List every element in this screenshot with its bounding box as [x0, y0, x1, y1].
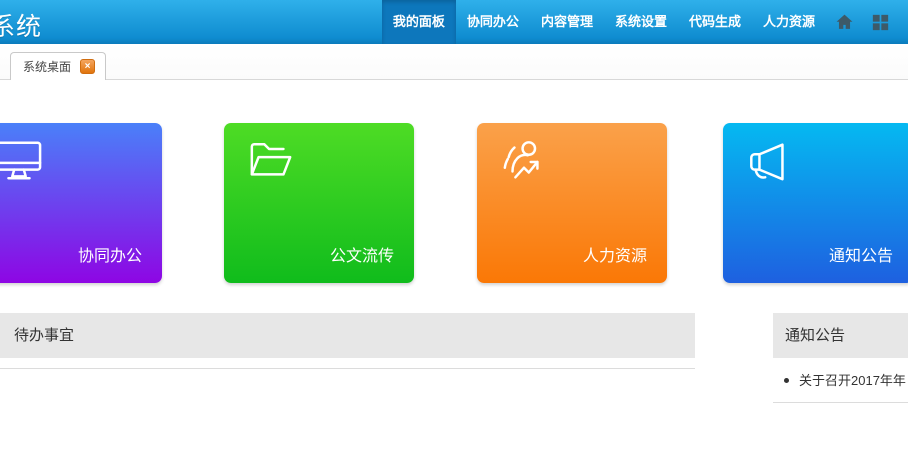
tab-system-desktop[interactable]: 系统桌面 ×	[10, 52, 106, 80]
nav-item-human-resources[interactable]: 人力资源	[752, 0, 826, 44]
tile-label: 协同办公	[78, 242, 142, 266]
tile-label: 人力资源	[583, 242, 647, 266]
notice-item-text: 关于召开2017年年	[799, 373, 906, 388]
notice-panel-title: 通知公告	[773, 313, 908, 358]
bullet-icon	[784, 378, 789, 383]
home-icon[interactable]	[826, 0, 863, 44]
tile-human-resources[interactable]: 人力资源	[477, 123, 667, 283]
system-desktop-page: 系统 我的面板 协同办公 内容管理 系统设置 代码生成 人力资源 系统桌面 ×	[0, 0, 908, 454]
tab-label: 系统桌面	[23, 58, 71, 75]
todo-panel: 待办事宜	[0, 313, 695, 369]
tile-label: 通知公告	[829, 242, 893, 266]
tile-notice-announcement[interactable]: 通知公告	[723, 123, 908, 283]
nav-item-system-settings[interactable]: 系统设置	[604, 0, 678, 44]
nav-item-collaboration[interactable]: 协同办公	[456, 0, 530, 44]
tile-collaboration-office[interactable]: 协同办公	[0, 123, 162, 283]
folder-open-icon	[248, 138, 294, 184]
tile-document-flow[interactable]: 公文流传	[224, 123, 414, 283]
tab-bar: 系统桌面 ×	[0, 44, 908, 80]
grid-layout-icon[interactable]	[863, 0, 898, 44]
notice-list-item[interactable]: 关于召开2017年年	[773, 358, 908, 403]
top-header-bar: 系统 我的面板 协同办公 内容管理 系统设置 代码生成 人力资源	[0, 0, 908, 44]
nav-item-content-management[interactable]: 内容管理	[530, 0, 604, 44]
nav-item-my-dashboard[interactable]: 我的面板	[382, 0, 456, 44]
tab-close-icon[interactable]: ×	[80, 59, 95, 74]
nav-item-code-generation[interactable]: 代码生成	[678, 0, 752, 44]
main-nav: 我的面板 协同办公 内容管理 系统设置 代码生成 人力资源	[382, 0, 898, 44]
tile-label: 公文流传	[330, 242, 394, 266]
person-activity-icon	[501, 138, 547, 184]
megaphone-icon	[747, 138, 793, 184]
todo-panel-title: 待办事宜	[0, 313, 695, 358]
notice-panel: 通知公告 关于召开2017年年	[773, 313, 908, 403]
todo-panel-empty-list	[0, 358, 695, 369]
app-logo-title: 系统	[0, 7, 42, 43]
monitor-icon	[0, 138, 42, 184]
